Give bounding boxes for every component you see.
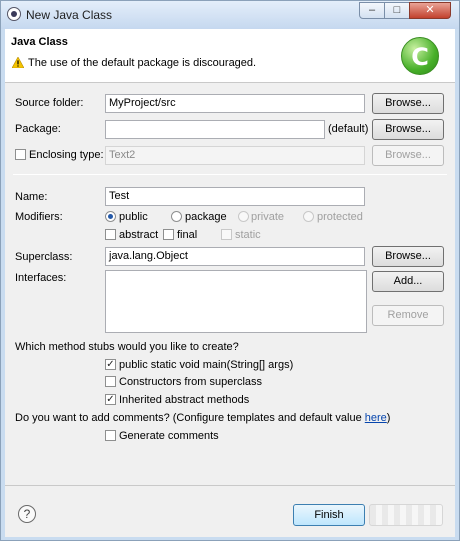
wizard-title: Java Class <box>11 36 68 48</box>
superclass-label: Superclass: <box>15 251 73 263</box>
java-class-icon: C <box>401 37 439 75</box>
modifier-private-radio <box>238 211 249 222</box>
modifier-final-label: final <box>177 229 198 241</box>
package-default-hint: (default) <box>328 123 369 135</box>
wizard-footer: ? Finish <box>5 485 455 537</box>
modifier-public-radio[interactable] <box>105 211 116 222</box>
wizard-body: Source folder: MyProject/src Browse... P… <box>5 83 455 485</box>
eclipse-icon <box>7 7 21 21</box>
class-icon-letter: C <box>411 43 429 71</box>
name-input[interactable]: Test <box>105 187 365 206</box>
interfaces-add-button[interactable]: Add... <box>372 271 444 292</box>
finish-button[interactable]: Finish <box>293 504 365 526</box>
wizard-header: Java Class The use of the default packag… <box>5 29 455 83</box>
method-stubs-question: Which method stubs would you like to cre… <box>15 341 239 353</box>
enclosing-type-browse-button: Browse... <box>372 145 444 166</box>
superclass-input[interactable]: java.lang.Object <box>105 247 365 266</box>
package-input[interactable] <box>105 120 325 139</box>
modifier-abstract-checkbox[interactable] <box>105 229 116 240</box>
source-folder-browse-button[interactable]: Browse... <box>372 93 444 114</box>
modifier-public-label: public <box>119 211 148 223</box>
stub-constructors-checkbox[interactable] <box>105 376 116 387</box>
obscured-button <box>369 504 443 526</box>
modifier-package-label: package <box>185 211 227 223</box>
package-label: Package: <box>15 123 61 135</box>
maximize-button[interactable]: □ <box>384 2 410 19</box>
interfaces-label: Interfaces: <box>15 272 67 284</box>
help-icon[interactable]: ? <box>18 505 36 523</box>
modifier-protected-radio <box>303 211 314 222</box>
window-controls: – □ ✕ <box>359 2 451 19</box>
stub-main-checkbox[interactable]: ✓ <box>105 359 116 370</box>
stub-inherited-label: Inherited abstract methods <box>119 394 250 406</box>
enclosing-type-input: Text2 <box>105 146 365 165</box>
generate-comments-checkbox[interactable] <box>105 430 116 441</box>
modifiers-label: Modifiers: <box>15 211 63 223</box>
comments-question: Do you want to add comments? (Configure … <box>15 412 390 424</box>
close-button[interactable]: ✕ <box>409 2 451 19</box>
enclosing-type-label: Enclosing type: <box>29 149 104 161</box>
interfaces-list[interactable] <box>105 270 367 333</box>
comments-question-text: Do you want to add comments? (Configure … <box>15 412 365 424</box>
stub-constructors-label: Constructors from superclass <box>119 376 263 388</box>
modifier-private-label: private <box>251 211 285 223</box>
stub-main-label: public static void main(String[] args) <box>119 359 294 371</box>
name-label: Name: <box>15 191 48 203</box>
wizard-message: The use of the default package is discou… <box>28 57 257 69</box>
new-java-class-dialog: New Java Class – □ ✕ Java Class The use … <box>0 0 460 541</box>
interfaces-remove-button: Remove <box>372 305 444 326</box>
title-bar[interactable]: New Java Class – □ ✕ <box>1 1 459 29</box>
modifier-abstract-label: abstract <box>119 229 159 241</box>
separator <box>13 174 447 175</box>
enclosing-type-checkbox[interactable] <box>15 149 26 160</box>
modifier-protected-label: protected <box>317 211 363 223</box>
warning-icon <box>12 57 24 68</box>
configure-templates-link[interactable]: here <box>365 412 387 424</box>
modifier-package-radio[interactable] <box>171 211 182 222</box>
window-title: New Java Class <box>26 8 113 22</box>
stub-inherited-checkbox[interactable]: ✓ <box>105 394 116 405</box>
generate-comments-label: Generate comments <box>119 430 219 442</box>
modifier-final-checkbox[interactable] <box>163 229 174 240</box>
comments-question-end: ) <box>386 412 391 424</box>
package-browse-button[interactable]: Browse... <box>372 119 444 140</box>
minimize-button[interactable]: – <box>359 2 385 19</box>
modifier-static-label: static <box>235 229 261 241</box>
source-folder-input[interactable]: MyProject/src <box>105 94 365 113</box>
superclass-browse-button[interactable]: Browse... <box>372 246 444 267</box>
source-folder-label: Source folder: <box>15 97 84 109</box>
modifier-static-checkbox <box>221 229 232 240</box>
